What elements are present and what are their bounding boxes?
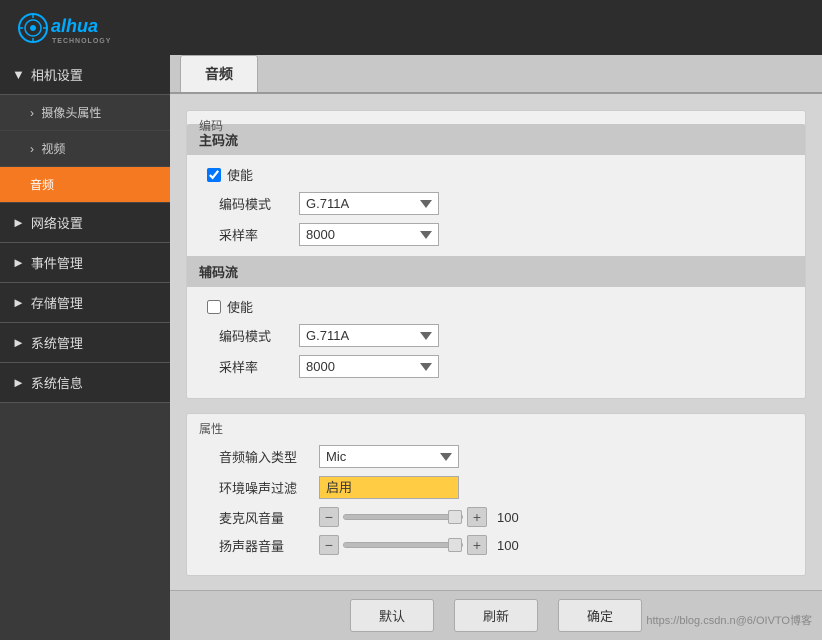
main-stream-enable-label[interactable]: 使能 (227, 165, 253, 184)
sub-stream-enable-row: 使能 (203, 297, 789, 316)
sidebar-section-storage[interactable]: ► 存储管理 (0, 283, 170, 323)
sidebar-section-camera-label: 相机设置 (31, 65, 83, 84)
speaker-volume-row: 扬声器音量 − + 100 (203, 535, 789, 555)
sub-codec-row: 编码模式 G.711A G.711U G.726 AAC (203, 324, 789, 347)
mic-volume-value: 100 (497, 510, 525, 525)
speaker-volume-label: 扬声器音量 (219, 536, 319, 555)
mic-volume-increase-button[interactable]: + (467, 507, 487, 527)
main-codec-label: 编码模式 (219, 194, 299, 213)
sub-stream-enable-label[interactable]: 使能 (227, 297, 253, 316)
confirm-button[interactable]: 确定 (558, 599, 642, 632)
encoding-section: 编码 主码流 使能 编码模式 G.711A G.711U (186, 110, 806, 399)
sidebar: ▼ 相机设置 › 摄像头属性 › 视频 音频 ► 网络设置 ► 事件管理 ► 存… (0, 55, 170, 640)
sub-sample-label: 采样率 (219, 357, 299, 376)
tab-audio[interactable]: 音频 (180, 55, 258, 92)
mic-volume-decrease-button[interactable]: − (319, 507, 339, 527)
arrow-right-icon-5: ► (12, 375, 25, 390)
sub-codec-label: 编码模式 (219, 326, 299, 345)
sidebar-item-audio-label: 音频 (30, 178, 54, 192)
mic-volume-fill (344, 515, 462, 519)
noise-filter-label: 环境噪声过滤 (219, 478, 319, 497)
main-content: 音频 编码 主码流 使能 编码模式 (170, 55, 822, 640)
sidebar-section-system-label: 系统管理 (31, 333, 83, 352)
arrow-right-icon: ► (12, 215, 25, 230)
sidebar-section-network[interactable]: ► 网络设置 (0, 203, 170, 243)
sub-sample-select[interactable]: 8000 16000 32000 48000 (299, 355, 439, 378)
main-stream-header: 主码流 (187, 124, 805, 155)
chevron-right-icon-2: › (30, 142, 34, 156)
sidebar-section-system[interactable]: ► 系统管理 (0, 323, 170, 363)
sidebar-item-video-label: 视频 (41, 142, 65, 156)
input-type-select[interactable]: Mic Line In (319, 445, 459, 468)
encoding-inner: 主码流 使能 编码模式 G.711A G.711U G.726 AAC (187, 124, 805, 398)
sidebar-item-video[interactable]: › 视频 (0, 131, 170, 167)
noise-filter-select[interactable]: 启用 禁用 (319, 476, 459, 499)
arrow-right-icon-4: ► (12, 335, 25, 350)
main-stream-enable-row: 使能 (203, 165, 789, 184)
mic-volume-control: − + 100 (319, 507, 525, 527)
tab-bar: 音频 (170, 55, 822, 94)
content-area: 编码 主码流 使能 编码模式 G.711A G.711U (170, 94, 822, 606)
sub-stream-header: 辅码流 (187, 256, 805, 287)
mic-volume-label: 麦克风音量 (219, 508, 319, 527)
sub-sample-control: 8000 16000 32000 48000 (299, 355, 439, 378)
speaker-volume-control: − + 100 (319, 535, 525, 555)
default-button[interactable]: 默认 (350, 599, 434, 632)
main-codec-select[interactable]: G.711A G.711U G.726 AAC (299, 192, 439, 215)
header: alhua TECHNOLOGY (0, 0, 822, 55)
speaker-volume-increase-button[interactable]: + (467, 535, 487, 555)
main-sample-row: 采样率 8000 16000 32000 48000 (203, 223, 789, 246)
sidebar-section-events-label: 事件管理 (31, 253, 83, 272)
sidebar-section-sysinfo[interactable]: ► 系统信息 (0, 363, 170, 403)
sub-sample-row: 采样率 8000 16000 32000 48000 (203, 355, 789, 378)
main-codec-control: G.711A G.711U G.726 AAC (299, 192, 439, 215)
sidebar-section-sysinfo-label: 系统信息 (31, 373, 83, 392)
mic-volume-thumb[interactable] (448, 510, 462, 524)
sidebar-section-storage-label: 存储管理 (31, 293, 83, 312)
speaker-volume-thumb[interactable] (448, 538, 462, 552)
noise-filter-row: 环境噪声过滤 启用 禁用 (203, 476, 789, 499)
sub-stream-enable-checkbox[interactable] (207, 300, 221, 314)
watermark: https://blog.csdn.n@6/OIVTO博客 (646, 612, 812, 628)
sub-codec-select[interactable]: G.711A G.711U G.726 AAC (299, 324, 439, 347)
svg-text:alhua: alhua (51, 16, 98, 36)
main-stream-enable-checkbox[interactable] (207, 168, 221, 182)
main-codec-row: 编码模式 G.711A G.711U G.726 AAC (203, 192, 789, 215)
noise-filter-control: 启用 禁用 (319, 476, 459, 499)
input-type-row: 音频输入类型 Mic Line In (203, 445, 789, 468)
sidebar-item-camera-lens[interactable]: › 摄像头属性 (0, 95, 170, 131)
input-type-control: Mic Line In (319, 445, 459, 468)
arrow-right-icon-3: ► (12, 295, 25, 310)
main-sample-label: 采样率 (219, 225, 299, 244)
input-type-label: 音频输入类型 (219, 447, 319, 466)
chevron-right-icon: › (30, 106, 34, 120)
arrow-right-icon-2: ► (12, 255, 25, 270)
logo-svg: alhua TECHNOLOGY (15, 8, 135, 48)
tab-audio-label: 音频 (205, 66, 233, 82)
sidebar-item-audio[interactable]: 音频 (0, 167, 170, 203)
properties-section-label: 属性 (187, 414, 805, 445)
speaker-volume-track[interactable] (343, 542, 463, 548)
speaker-volume-fill (344, 543, 462, 547)
sidebar-section-camera[interactable]: ▼ 相机设置 (0, 55, 170, 95)
properties-inner: 音频输入类型 Mic Line In 环境噪声过滤 启用 (187, 445, 805, 575)
arrow-down-icon: ▼ (12, 67, 25, 82)
speaker-volume-value: 100 (497, 538, 525, 553)
sidebar-item-camera-lens-label: 摄像头属性 (41, 106, 101, 120)
sidebar-section-network-label: 网络设置 (31, 213, 83, 232)
mic-volume-row: 麦克风音量 − + 100 (203, 507, 789, 527)
main-sample-control: 8000 16000 32000 48000 (299, 223, 439, 246)
sidebar-section-events[interactable]: ► 事件管理 (0, 243, 170, 283)
properties-section: 属性 音频输入类型 Mic Line In 环境噪声过滤 (186, 413, 806, 576)
main-sample-select[interactable]: 8000 16000 32000 48000 (299, 223, 439, 246)
speaker-volume-decrease-button[interactable]: − (319, 535, 339, 555)
svg-text:TECHNOLOGY: TECHNOLOGY (52, 38, 111, 45)
logo: alhua TECHNOLOGY (15, 8, 135, 48)
sub-codec-control: G.711A G.711U G.726 AAC (299, 324, 439, 347)
refresh-button[interactable]: 刷新 (454, 599, 538, 632)
mic-volume-track[interactable] (343, 514, 463, 520)
